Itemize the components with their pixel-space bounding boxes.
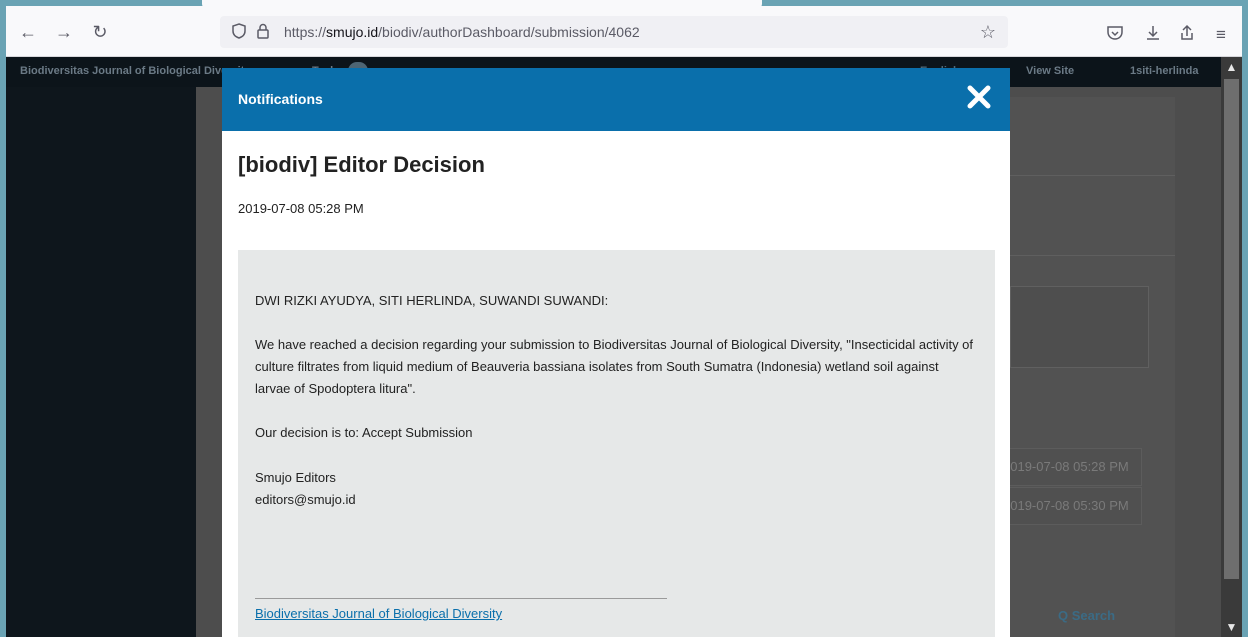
message-divider [255,598,667,599]
lock-icon[interactable] [256,23,270,39]
page-scrollbar[interactable]: ▲ ▼ [1221,57,1242,637]
message-text: We have reached a decision regarding you… [255,337,974,396]
notification-date: 2019-07-08 05:28 PM [238,201,364,216]
journal-footer-link[interactable]: Biodiversitas Journal of Biological Dive… [255,606,502,621]
signature-name: Smujo Editors [255,470,336,485]
url-text[interactable]: https://smujo.id/biodiv/authorDashboard/… [284,24,640,40]
message-body: DWI RIZKI AYUDYA, SITI HERLINDA, SUWANDI… [238,250,995,637]
background-textarea [1010,286,1149,368]
notification-title: [biodiv] Editor Decision [238,152,485,177]
bookmark-star-icon[interactable]: ☆ [980,22,996,43]
scroll-down-icon[interactable]: ▼ [1221,617,1242,637]
browser-window: ← → ↻ https://smujo.id/biodiv/authorDash… [6,0,1242,637]
download-icon[interactable] [1142,24,1164,46]
background-date: 2019-07-08 05:30 PM [1003,498,1129,513]
browser-toolbar: ← → ↻ https://smujo.id/biodiv/authorDash… [6,8,1242,57]
modal-header: Notifications [222,68,1010,131]
background-table-row: 2019-07-08 05:30 PM [1000,487,1142,525]
divider [1010,175,1175,176]
web-page: Biodiversitas Journal of Biological Dive… [6,57,1242,637]
tracking-shield-icon[interactable] [232,23,246,39]
view-site-link[interactable]: View Site [1026,65,1074,77]
scroll-up-icon[interactable]: ▲ [1221,57,1242,77]
back-arrow-icon[interactable]: ← [16,20,40,44]
pocket-icon[interactable] [1104,24,1126,46]
menu-icon[interactable]: ≡ [1210,24,1232,46]
site-title-link[interactable]: Biodiversitas Journal of Biological Dive… [20,65,250,77]
user-menu-link[interactable]: 1siti-herlinda [1130,65,1198,77]
forward-arrow-icon[interactable]: → [52,20,76,44]
url-bar[interactable]: https://smujo.id/biodiv/authorDashboard/… [220,16,1008,48]
left-sidebar [6,87,196,637]
message-decision: Our decision is to: Accept Submission [255,425,473,440]
scroll-thumb[interactable] [1224,79,1239,579]
notification-modal: Notifications [biodiv] Editor Decision 2… [222,68,1010,637]
divider [1010,255,1175,256]
background-table-row: 2019-07-08 05:28 PM [1000,448,1142,486]
background-date: 2019-07-08 05:28 PM [1003,459,1129,474]
active-tab[interactable] [202,0,762,8]
background-search-button: Q Search [1036,597,1144,637]
share-icon[interactable] [1176,24,1198,46]
signature-email: editors@smujo.id [255,492,356,507]
close-icon[interactable] [966,84,992,110]
reload-icon[interactable]: ↻ [88,20,112,44]
modal-header-title: Notifications [238,91,323,107]
message-recipients: DWI RIZKI AYUDYA, SITI HERLINDA, SUWANDI… [255,293,609,308]
